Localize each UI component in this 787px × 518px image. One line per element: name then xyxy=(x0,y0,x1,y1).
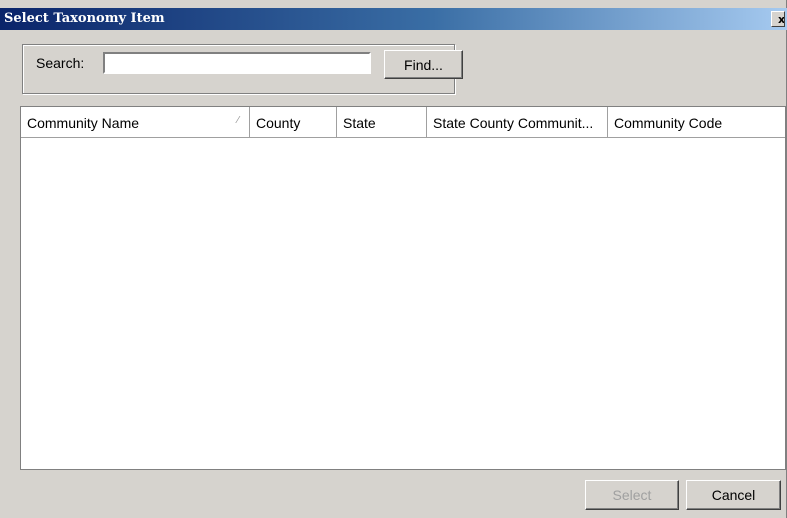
close-icon: x xyxy=(778,13,785,26)
close-button[interactable]: x xyxy=(771,11,785,27)
column-header-county[interactable]: County xyxy=(250,107,337,138)
column-header-state[interactable]: State xyxy=(337,107,427,138)
select-taxonomy-dialog: Select Taxonomy Item x Search: Find... C… xyxy=(0,0,787,518)
search-label: Search: xyxy=(36,55,85,71)
select-button[interactable]: Select xyxy=(585,480,679,510)
find-button[interactable]: Find... xyxy=(384,50,463,79)
title-bar[interactable]: Select Taxonomy Item x xyxy=(0,8,787,30)
window-title: Select Taxonomy Item xyxy=(4,11,165,26)
search-input[interactable] xyxy=(103,52,371,74)
cancel-button[interactable]: Cancel xyxy=(686,480,781,510)
search-group: Search: Find... xyxy=(22,44,463,94)
grid-body[interactable] xyxy=(21,138,785,469)
sort-indicator-icon: ⁄ xyxy=(237,115,239,126)
column-header-label: State xyxy=(343,115,376,131)
column-header-community-code[interactable]: Community Code xyxy=(608,107,785,138)
column-header-label: State County Communit... xyxy=(433,115,594,131)
column-header-label: County xyxy=(256,115,301,131)
column-header-state-county-community[interactable]: State County Communit... xyxy=(427,107,608,138)
grid-header: Community Name ⁄ County State State Coun… xyxy=(21,107,785,138)
column-header-community-name[interactable]: Community Name ⁄ xyxy=(21,107,250,138)
column-header-label: Community Name xyxy=(27,115,140,131)
column-header-label: Community Code xyxy=(614,115,723,131)
results-grid[interactable]: Community Name ⁄ County State State Coun… xyxy=(20,106,786,470)
